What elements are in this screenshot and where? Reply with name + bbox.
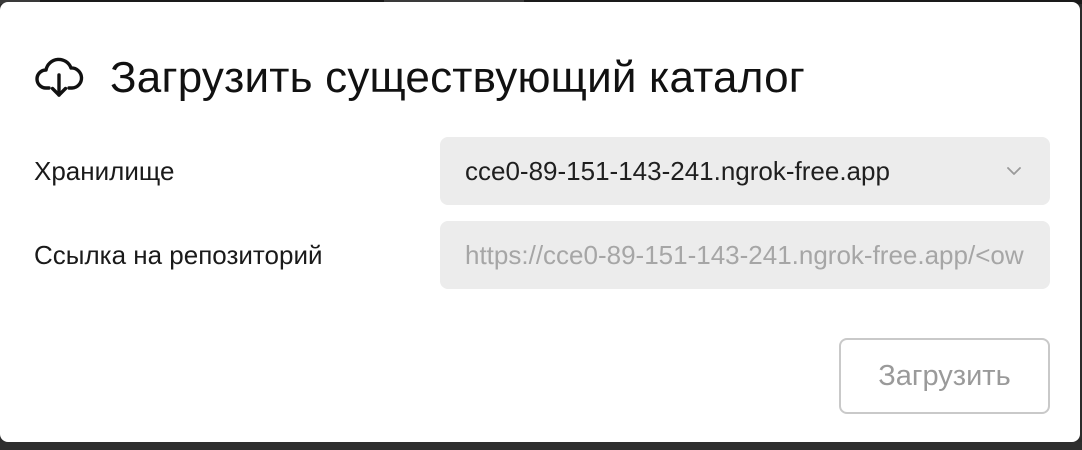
dialog-header: Загрузить существующий каталог — [34, 48, 805, 108]
load-catalog-dialog: Загрузить существующий каталог Хранилище… — [0, 2, 1080, 442]
storage-label: Хранилище — [34, 156, 175, 186]
cloud-download-icon — [34, 53, 84, 103]
storage-select[interactable]: cce0-89-151-143-241.ngrok-free.app — [440, 137, 1050, 205]
repository-url-input[interactable] — [440, 221, 1050, 289]
storage-selected-value: cce0-89-151-143-241.ngrok-free.app — [465, 156, 890, 186]
repository-label: Ссылка на репозиторий — [34, 240, 323, 270]
backdrop-bottom — [0, 442, 1082, 450]
load-button[interactable]: Загрузить — [839, 338, 1050, 414]
dialog-title: Загрузить существующий каталог — [110, 53, 805, 102]
repository-row: Ссылка на репозиторий — [34, 221, 1050, 289]
repository-field — [440, 221, 1050, 289]
storage-row: Хранилище cce0-89-151-143-241.ngrok-free… — [34, 137, 1050, 205]
chevron-down-icon — [1004, 161, 1024, 181]
